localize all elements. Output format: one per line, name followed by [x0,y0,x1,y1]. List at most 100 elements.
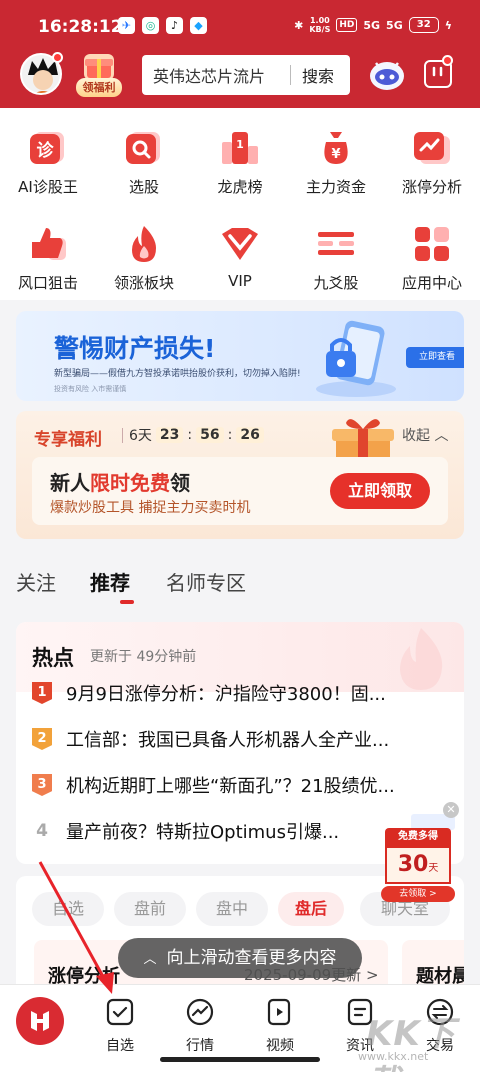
grid-item-label: 九爻股 [313,274,359,292]
chevron-up-icon: ︿ [143,952,157,967]
diagnose-glyph: 诊 [37,140,55,161]
chevron-up-icon: ︿ [434,428,449,444]
offer-title: 新人限时免费领 [50,471,190,495]
grid-item-nine-yao[interactable]: 九爻股 [288,204,384,292]
status-bar: 16:28:12 ✈ ◎ ♪ ◆ ✱ 1.00 KB/S HD 5G 5G 32… [0,0,480,52]
hexagram-icon [318,232,354,255]
money-bag-icon: ¥ [324,132,348,164]
thumbs-up-icon [32,228,66,260]
offer-subtitle: 爆款炒股工具 捕捉主力买卖时机 [50,500,251,516]
nav-label: 视频 [266,1038,294,1054]
countdown-minutes: 56 [196,427,224,443]
grid-item-app-center[interactable]: 应用中心 [384,204,480,292]
rank-badge: 1 [32,682,52,704]
grid-item-dragon-tiger[interactable]: 1 龙虎榜 [192,108,288,196]
grid-item-label: VIP [228,272,252,290]
tab-recommend[interactable]: 推荐 [90,567,130,596]
promo-days: 30天 [385,846,451,884]
gesture-home-bar[interactable] [160,1057,320,1062]
grid-item-main-funds[interactable]: ¥ 主力资金 [288,108,384,196]
trend-up-icon [414,132,450,164]
hot-item-title: 量产前夜？特斯拉Optimus引爆... [66,822,340,843]
chip-intraday[interactable]: 盘中 [196,892,268,926]
dragon-tiger-icon: 1 [222,132,258,164]
chip-after-market[interactable]: 盘后 [278,892,344,926]
hd-icon: HD [336,18,358,32]
search-bar[interactable]: 英伟达芯片流片 搜索 [142,55,350,95]
grid-item-stock-pick[interactable]: 选股 [96,108,192,196]
welfare-card: 专享福利 6天 23 : 56 : 26 收起 ︿ 新人限时免费领 爆款炒股工具… [16,411,464,539]
countdown-seconds: 26 [236,427,264,443]
nav-label: 行情 [186,1038,214,1054]
tab-expert-zone[interactable]: 名师专区 [166,567,246,596]
fraud-warning-banner[interactable]: 警惕财产损失! 新型骗局——假借九方智投承诺哄抬股价获利，切勿掉入陷阱! 投资有… [16,311,464,401]
scroll-hint-toast: ︿ 向上滑动查看更多内容 [118,938,362,978]
nav-watchlist[interactable]: 自选 [90,993,150,1057]
chip-watchlist[interactable]: 自选 [32,892,104,926]
promo-claim-button[interactable]: 去领取 > [381,886,455,902]
hot-item[interactable]: 1 9月9日涨停分析：沪指险守3800！固... [32,676,452,712]
flame-icon [132,226,156,262]
rank-badge: 2 [32,728,52,750]
floating-promo[interactable]: ✕ 免费多得 30天 去领取 > [381,802,461,902]
rank-badge: 3 [32,774,52,796]
ai-robot-icon[interactable] [368,56,406,92]
status-time: 16:28:12 [38,17,123,37]
welfare-entry-button[interactable]: 领福利 [76,52,122,98]
grid-item-leading-sectors[interactable]: 领涨板块 [96,204,192,292]
hot-updated-time: 更新于 49分钟前 [90,649,197,665]
notification-app-icon: ◎ [142,17,159,34]
gift-icon [84,54,114,80]
charging-icon: ϟ [444,18,452,32]
grid-item-label: 龙虎榜 [217,178,263,196]
welfare-entry-label: 领福利 [76,78,122,97]
grid-item-limit-up-analysis[interactable]: 涨停分析 [384,108,480,196]
grid-item-label: 领涨板块 [113,274,174,292]
hot-item[interactable]: 3 机构近期盯上哪些“新面孔”？21股绩优... [32,768,452,804]
grid-item-label: 主力资金 [305,178,366,196]
home-logo-button[interactable] [16,997,64,1045]
phone-lock-icon [316,320,396,397]
network-speed: 1.00 KB/S [309,16,331,34]
active-tab-indicator [120,600,134,604]
search-input[interactable]: 英伟达芯片流片 [142,63,290,87]
countdown-hours: 23 [155,427,184,443]
collapse-button[interactable]: 收起 ︿ [402,425,448,445]
tab-follow[interactable]: 关注 [16,567,56,596]
stock-pick-icon [126,132,160,164]
banner-view-button[interactable]: 立即查看 [406,347,464,368]
apps-grid-icon [415,227,449,261]
grid-item-wind-sniper[interactable]: 风口狙击 [0,204,96,292]
nav-market[interactable]: 行情 [170,993,230,1057]
hot-item[interactable]: 2 工信部：我国已具备人形机器人全产业... [32,722,452,758]
avatar-notification-dot [52,52,63,63]
dragon-tiger-glyph: 1 [236,138,244,151]
rank-badge: 4 [36,821,48,841]
nav-video[interactable]: 视频 [250,993,310,1057]
status-right: ✱ 1.00 KB/S HD 5G 5G 32 ϟ [294,16,452,34]
close-icon[interactable]: ✕ [443,802,459,818]
chip-pre-market[interactable]: 盘前 [114,892,186,926]
banner-disclaimer: 投资有风险 入市需谨慎 [54,385,127,393]
diagnose-icon: 诊 [30,132,64,164]
grid-item-vip[interactable]: VIP [192,204,288,290]
bluetooth-icon: ✱ [294,18,304,32]
grid-item-ai-diagnose[interactable]: 诊 AI诊股王 [0,108,96,196]
grid-item-label: 风口狙击 [17,274,78,292]
tiktok-icon: ♪ [166,17,183,34]
video-icon [267,998,291,1026]
countdown-timer: 6天 23 : 56 : 26 [122,425,264,445]
checkbox-icon [106,998,134,1026]
claim-now-button[interactable]: 立即领取 [330,473,430,509]
grid-item-label: 涨停分析 [401,178,462,196]
grid-item-label: AI诊股王 [18,178,78,196]
signal-icon: 5G [363,18,381,32]
signal-icon: 5G [386,18,403,32]
search-button[interactable]: 搜索 [291,63,334,87]
hot-item-title: 9月9日涨停分析：沪指险守3800！固... [66,684,386,705]
new-user-offer: 新人限时免费领 爆款炒股工具 捕捉主力买卖时机 立即领取 [32,457,448,525]
countdown-days: 6天 [129,428,152,444]
app-header: 16:28:12 ✈ ◎ ♪ ◆ ✱ 1.00 KB/S HD 5G 5G 32… [0,0,480,108]
banner-subtitle: 新型骗局——假借九方智投承诺哄抬股价获利，切勿掉入陷阱! [54,369,301,379]
watermark-url: www.kkx.net [358,1050,429,1063]
